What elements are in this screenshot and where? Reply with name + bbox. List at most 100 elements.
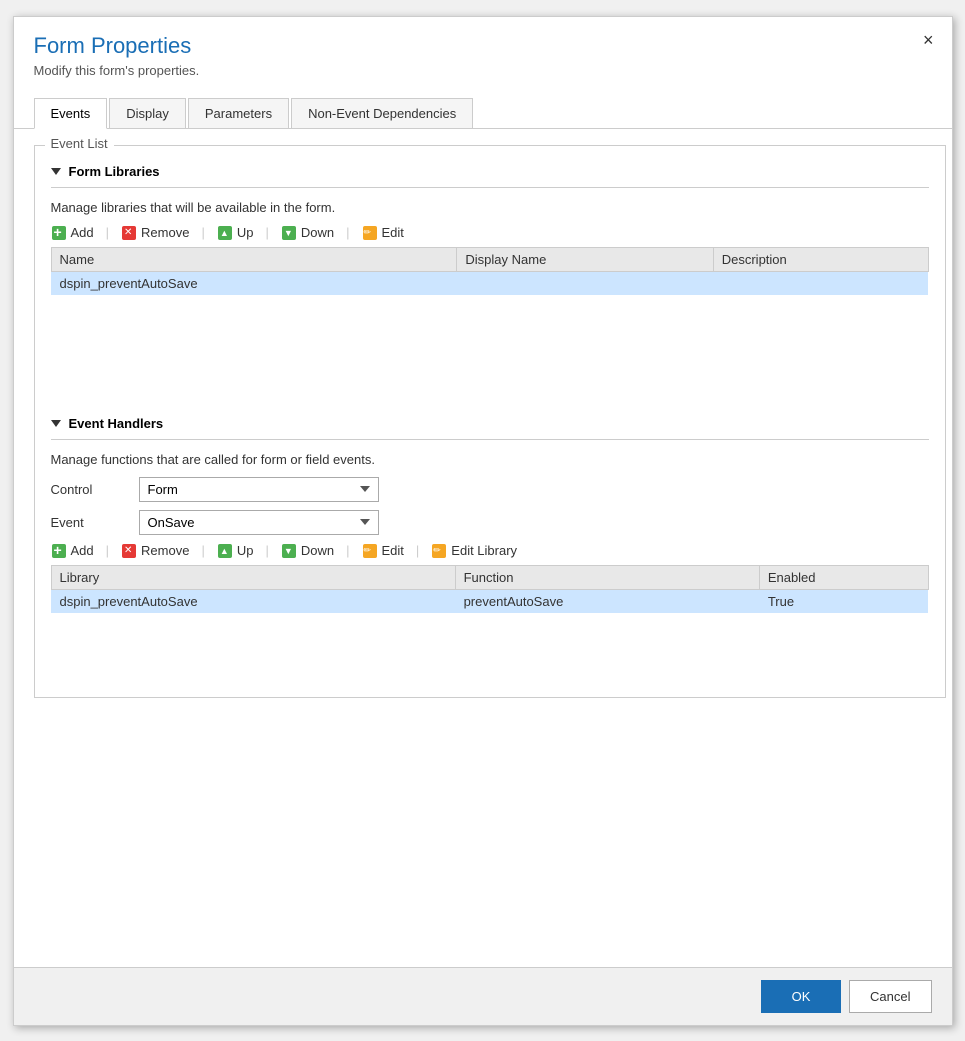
dialog-body: Events Display Parameters Non-Event Depe… [14, 88, 952, 967]
handlers-table: Library Function Enabled dspin_preventAu… [51, 565, 929, 614]
control-row: Control Form [51, 477, 929, 502]
event-handlers-section: Event Handlers Manage functions that are… [51, 416, 929, 685]
handlers-table-body: dspin_preventAutoSave preventAutoSave Tr… [51, 589, 928, 613]
handlers-up-button[interactable]: Up [207, 543, 264, 559]
form-libraries-heading: Form Libraries [51, 164, 929, 179]
libraries-divider [51, 187, 929, 188]
down-icon [281, 225, 297, 241]
hsep2: | [199, 543, 206, 558]
libraries-down-button[interactable]: Down [271, 225, 344, 241]
event-label: Event [51, 515, 131, 530]
libraries-remove-button[interactable]: Remove [111, 225, 199, 241]
hsep1: | [104, 543, 111, 558]
libraries-toolbar: Add | Remove | Up [51, 225, 929, 241]
add-icon-h [51, 543, 67, 559]
edit-library-icon [431, 543, 447, 559]
up-icon-h [217, 543, 233, 559]
handlers-description: Manage functions that are called for for… [51, 452, 929, 467]
libraries-table-body: dspin_preventAutoSave [51, 271, 928, 391]
libraries-up-label: Up [237, 225, 254, 240]
handlers-edit-button[interactable]: Edit [352, 543, 414, 559]
sep4: | [344, 225, 351, 240]
collapse-arrow-libraries[interactable] [51, 168, 61, 175]
ok-button[interactable]: OK [761, 980, 841, 1013]
hsep3: | [263, 543, 270, 558]
tab-events[interactable]: Events [34, 98, 108, 129]
libraries-up-button[interactable]: Up [207, 225, 264, 241]
close-button[interactable]: × [923, 31, 934, 49]
dialog-subtitle: Modify this form's properties. [34, 63, 932, 78]
handlers-edit-label: Edit [382, 543, 404, 558]
tabs-bar: Events Display Parameters Non-Event Depe… [14, 98, 952, 129]
remove-icon-h [121, 543, 137, 559]
handlers-edit-library-button[interactable]: Edit Library [421, 543, 527, 559]
handlers-down-label: Down [301, 543, 334, 558]
tab-display[interactable]: Display [109, 98, 186, 128]
handlers-remove-label: Remove [141, 543, 189, 558]
dialog-title: Form Properties [34, 33, 932, 59]
libraries-header-row: Name Display Name Description [51, 247, 928, 271]
scroll-area[interactable]: Event List Form Libraries Manage librari… [14, 129, 952, 967]
event-row: Event OnSave [51, 510, 929, 535]
libraries-table-wrapper: Name Display Name Description dspin_prev… [51, 247, 929, 392]
empty-row-2 [51, 319, 928, 343]
handler-enabled-cell: True [759, 589, 928, 613]
edit-icon [362, 225, 378, 241]
libraries-add-button[interactable]: Add [51, 225, 104, 241]
event-list-section: Event List Form Libraries Manage librari… [34, 145, 946, 698]
down-icon-h [281, 543, 297, 559]
col-description: Description [713, 247, 928, 271]
event-select[interactable]: OnSave [139, 510, 379, 535]
col-name: Name [51, 247, 457, 271]
libraries-table: Name Display Name Description dspin_prev… [51, 247, 929, 392]
libraries-down-label: Down [301, 225, 334, 240]
form-libraries-title: Form Libraries [69, 164, 160, 179]
empty-row-4 [51, 367, 928, 391]
add-icon [51, 225, 67, 241]
table-row[interactable]: dspin_preventAutoSave [51, 271, 928, 295]
dialog-header: Form Properties Modify this form's prope… [14, 17, 952, 88]
libraries-add-label: Add [71, 225, 94, 240]
libraries-edit-label: Edit [382, 225, 404, 240]
remove-icon [121, 225, 137, 241]
handlers-down-button[interactable]: Down [271, 543, 344, 559]
handlers-add-button[interactable]: Add [51, 543, 104, 559]
tab-non-event-dependencies[interactable]: Non-Event Dependencies [291, 98, 473, 128]
libraries-edit-button[interactable]: Edit [352, 225, 414, 241]
event-handlers-heading: Event Handlers [51, 416, 929, 431]
libraries-description: Manage libraries that will be available … [51, 200, 929, 215]
sep2: | [199, 225, 206, 240]
handlers-header-row: Library Function Enabled [51, 565, 928, 589]
control-label: Control [51, 482, 131, 497]
handler-function-cell: preventAutoSave [455, 589, 759, 613]
tab-parameters[interactable]: Parameters [188, 98, 289, 128]
handlers-remove-button[interactable]: Remove [111, 543, 199, 559]
libraries-remove-label: Remove [141, 225, 189, 240]
library-display-name-cell [457, 271, 713, 295]
collapse-arrow-handlers[interactable] [51, 420, 61, 427]
col-enabled: Enabled [759, 565, 928, 589]
handlers-toolbar: Add | Remove | Up [51, 543, 929, 559]
control-select[interactable]: Form [139, 477, 379, 502]
form-properties-dialog: Form Properties Modify this form's prope… [13, 16, 953, 1026]
up-icon [217, 225, 233, 241]
library-description-cell [713, 271, 928, 295]
tab-content-events: Event List Form Libraries Manage librari… [14, 129, 952, 967]
sep1: | [104, 225, 111, 240]
empty-row-1 [51, 295, 928, 319]
empty-row-3 [51, 343, 928, 367]
handlers-divider [51, 439, 929, 440]
edit-icon-h [362, 543, 378, 559]
dialog-footer: OK Cancel [14, 967, 952, 1025]
handler-library-cell: dspin_preventAutoSave [51, 589, 455, 613]
handlers-up-label: Up [237, 543, 254, 558]
handlers-table-head: Library Function Enabled [51, 565, 928, 589]
table-row[interactable]: dspin_preventAutoSave preventAutoSave Tr… [51, 589, 928, 613]
libraries-table-head: Name Display Name Description [51, 247, 928, 271]
handlers-add-label: Add [71, 543, 94, 558]
handlers-table-wrapper: Library Function Enabled dspin_preventAu… [51, 565, 929, 685]
cancel-button[interactable]: Cancel [849, 980, 931, 1013]
event-handlers-title: Event Handlers [69, 416, 164, 431]
event-list-legend: Event List [45, 136, 114, 151]
col-function: Function [455, 565, 759, 589]
